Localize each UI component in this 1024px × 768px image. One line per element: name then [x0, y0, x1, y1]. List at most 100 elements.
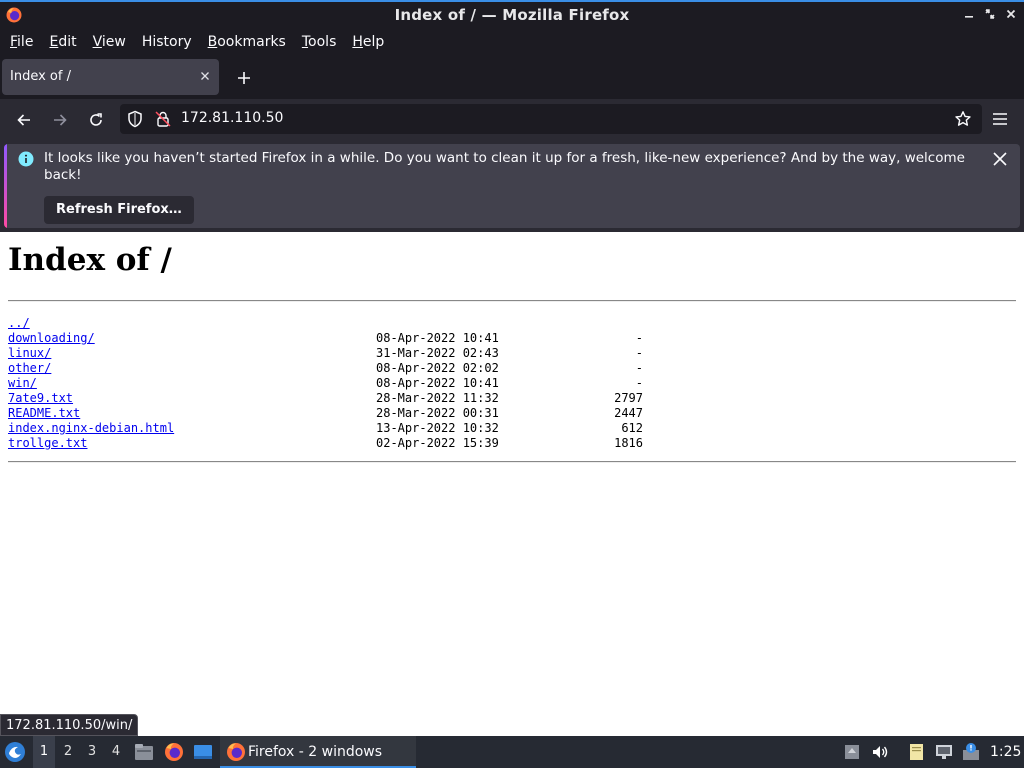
bottom-divider — [8, 461, 1016, 463]
entry-date: 28-Mar-2022 11:32 — [376, 391, 499, 405]
window-titlebar: Index of / — Mozilla Firefox — [0, 0, 1024, 29]
listing-row: ../ — [8, 316, 708, 331]
clipboard-upload-icon[interactable] — [842, 742, 862, 762]
directory-listing: ../ downloading/08-Apr-2022 10:41 - linux… — [8, 316, 708, 451]
menu-view-rest: iew — [101, 34, 126, 50]
taskbar: 1 2 3 4 Firefox - 2 windows 1:25 — [0, 736, 1024, 768]
workspace-2[interactable]: 2 — [57, 736, 79, 768]
menu-file-rest: ile — [17, 34, 34, 50]
entry-date: 31-Mar-2022 02:43 — [376, 346, 499, 360]
listing-row: downloading/08-Apr-2022 10:41 - — [8, 331, 708, 346]
entry-date: 02-Apr-2022 15:39 — [376, 436, 499, 450]
back-arrow-icon[interactable] — [11, 107, 37, 133]
menu-view[interactable]: View — [85, 30, 134, 54]
entry-link[interactable]: index.nginx-debian.html — [8, 421, 174, 436]
tab-index-of[interactable]: Index of / — [2, 59, 219, 95]
entry-link[interactable]: trollge.txt — [8, 436, 87, 451]
file-manager-icon[interactable] — [134, 742, 154, 762]
navigation-toolbar: 172.81.110.50 — [0, 99, 1024, 140]
tracking-protection-shield-icon[interactable] — [126, 110, 144, 128]
reload-icon[interactable] — [83, 107, 109, 133]
menu-edit-mnemonic: E — [49, 34, 59, 50]
menu-tools-rest: ools — [308, 34, 337, 50]
insecure-lock-icon[interactable] — [154, 110, 172, 128]
workspace-4[interactable]: 4 — [105, 736, 127, 768]
listing-row: linux/31-Mar-2022 02:43 - — [8, 346, 708, 361]
menu-bookmarks[interactable]: Bookmarks — [200, 30, 294, 54]
updates-notification-icon[interactable] — [961, 742, 981, 762]
network-icon[interactable] — [934, 742, 954, 762]
link-status-preview: 172.81.110.50/win/ — [0, 714, 139, 736]
desktop-icon[interactable] — [193, 742, 213, 762]
taskbar-firefox-task[interactable]: Firefox - 2 windows — [220, 736, 416, 768]
entry-link[interactable]: ../ — [8, 316, 30, 331]
start-menu-icon[interactable] — [4, 741, 26, 763]
tab-close-icon[interactable] — [197, 68, 213, 84]
menu-edit-rest: dit — [58, 34, 77, 50]
entry-link[interactable]: other/ — [8, 361, 51, 376]
notification-accent-stripe — [4, 144, 7, 228]
menu-help-rest: elp — [362, 34, 385, 50]
listing-row: win/08-Apr-2022 10:41 - — [8, 376, 708, 391]
menu-tools[interactable]: Tools — [294, 30, 345, 54]
entry-size: 612 — [621, 421, 643, 435]
entry-date: 13-Apr-2022 10:32 — [376, 421, 499, 435]
listing-row: trollge.txt 02-Apr-2022 15:39 1816 — [8, 436, 708, 451]
entry-date: 28-Mar-2022 00:31 — [376, 406, 499, 420]
entry-date: 08-Apr-2022 10:41 — [376, 376, 499, 390]
url-bar[interactable]: 172.81.110.50 — [120, 104, 982, 134]
maximize-icon[interactable] — [982, 6, 998, 22]
page-title: Index of / — [8, 242, 172, 278]
taskbar-clock: 1:25 — [990, 744, 1022, 760]
entry-size: 1816 — [614, 436, 643, 450]
menu-edit[interactable]: Edit — [41, 30, 84, 54]
workspace-1[interactable]: 1 — [33, 736, 55, 768]
entry-date: 08-Apr-2022 02:02 — [376, 361, 499, 375]
listing-row: 7ate9.txt 28-Mar-2022 11:32 2797 — [8, 391, 708, 406]
notification-box: It looks like you haven’t started Firefo… — [4, 144, 1020, 228]
close-window-icon[interactable] — [1003, 6, 1019, 22]
window-title: Index of / — Mozilla Firefox — [394, 6, 630, 24]
entry-date: 08-Apr-2022 10:41 — [376, 331, 499, 345]
workspace-3[interactable]: 3 — [81, 736, 103, 768]
volume-icon[interactable] — [870, 742, 890, 762]
info-icon — [18, 151, 34, 167]
entry-size: - — [635, 376, 643, 390]
entry-link[interactable]: 7ate9.txt — [8, 391, 73, 406]
minimize-icon[interactable] — [961, 6, 977, 22]
menu-history-label: History — [141, 34, 192, 50]
entry-size: - — [635, 331, 643, 345]
entry-link[interactable]: downloading/ — [8, 331, 95, 346]
entry-link[interactable]: linux/ — [8, 346, 51, 361]
close-notification-icon[interactable] — [992, 151, 1008, 167]
listing-row: index.nginx-debian.html 13-Apr-2022 10:32… — [8, 421, 708, 436]
task-label: Firefox - 2 windows — [248, 744, 383, 760]
notes-icon[interactable] — [907, 742, 927, 762]
top-divider — [8, 300, 1016, 302]
menu-file-mnemonic: F — [10, 34, 18, 50]
menu-help[interactable]: Help — [344, 30, 392, 54]
refresh-firefox-button[interactable]: Refresh Firefox… — [44, 196, 194, 224]
menu-bookmarks-mnemonic: B — [207, 34, 218, 50]
menu-view-mnemonic: V — [92, 34, 102, 50]
app-menu-hamburger-icon[interactable] — [988, 107, 1012, 131]
firefox-task-icon — [227, 743, 245, 761]
url-text: 172.81.110.50 — [181, 110, 284, 126]
tab-title: Index of / — [10, 69, 71, 84]
menu-bookmarks-rest: ookmarks — [217, 34, 286, 50]
firefox-launcher-icon[interactable] — [164, 742, 184, 762]
notification-bar: It looks like you haven’t started Firefo… — [0, 140, 1024, 232]
notification-message: It looks like you haven’t started Firefo… — [44, 150, 965, 183]
bookmark-star-icon[interactable] — [954, 110, 972, 128]
entry-size: 2447 — [614, 406, 643, 420]
new-tab-plus-icon[interactable] — [233, 67, 255, 89]
menu-help-mnemonic: H — [352, 34, 363, 50]
entry-link[interactable]: README.txt — [8, 406, 80, 421]
entry-link[interactable]: win/ — [8, 376, 37, 391]
menu-history[interactable]: History — [134, 30, 200, 54]
entry-size: 2797 — [614, 391, 643, 405]
forward-arrow-icon[interactable] — [47, 107, 73, 133]
menu-file[interactable]: File — [2, 30, 41, 54]
entry-size: - — [635, 346, 643, 360]
menu-bar: File Edit View History Bookmarks Tools H… — [0, 29, 1024, 55]
